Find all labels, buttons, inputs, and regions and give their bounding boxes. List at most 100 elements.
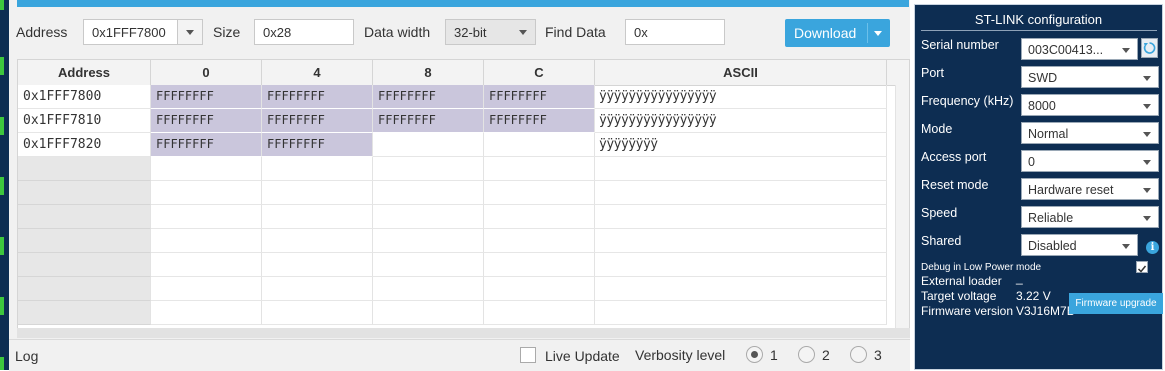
speed-label: Speed (921, 206, 958, 220)
empty-cell (262, 205, 373, 229)
hex-cell[interactable] (373, 133, 484, 157)
empty-cell (595, 205, 887, 229)
firmware-version-label: Firmware version (921, 304, 1014, 318)
hex-cell[interactable]: FFFFFFFF (373, 109, 484, 133)
ascii-cell[interactable]: ÿÿÿÿÿÿÿÿ (595, 133, 887, 157)
empty-cell (595, 253, 887, 277)
column-header-0[interactable]: 0 (151, 60, 262, 85)
empty-cell (484, 205, 595, 229)
table-row[interactable]: 0x1FFF7820 FFFFFFFF FFFFFFFF ÿÿÿÿÿÿÿÿ (18, 133, 909, 157)
shared-value: Disabled (1028, 239, 1077, 253)
live-update-label[interactable]: Live Update (545, 348, 620, 364)
verbosity-level-1-label[interactable]: 1 (770, 347, 778, 363)
column-header-4[interactable]: 4 (262, 60, 373, 85)
shared-label: Shared (921, 234, 962, 248)
find-data-input[interactable] (625, 19, 725, 45)
empty-cell (18, 205, 151, 229)
data-width-label: Data width (364, 24, 431, 40)
serial-number-value: 003C00413... (1028, 43, 1104, 57)
ascii-cell[interactable]: ÿÿÿÿÿÿÿÿÿÿÿÿÿÿÿÿ (595, 85, 887, 109)
nav-indicator (0, 177, 4, 195)
nav-indicator (0, 117, 4, 135)
size-label: Size (213, 24, 241, 40)
reset-mode-select[interactable]: Hardware reset (1021, 178, 1159, 200)
target-voltage-label: Target voltage (921, 289, 997, 303)
tab-header-bar (17, 0, 909, 7)
panel-title: ST-LINK configuration (974, 12, 1103, 27)
access-port-label: Access port (921, 150, 987, 164)
target-voltage-value: 3.22 V (1016, 289, 1051, 303)
verbosity-label: Verbosity level (635, 347, 726, 363)
log-label[interactable]: Log (15, 348, 38, 364)
download-label: Download (794, 25, 857, 41)
left-nav-strip (0, 0, 9, 370)
table-row[interactable]: 0x1FFF7810 FFFFFFFF FFFFFFFF FFFFFFFF FF… (18, 109, 909, 133)
port-select[interactable]: SWD (1021, 66, 1159, 88)
chevron-down-icon[interactable] (874, 31, 882, 36)
verbosity-level-3-label[interactable]: 3 (874, 347, 882, 363)
empty-cell (18, 277, 151, 301)
address-cell[interactable]: 0x1FFF7820 (18, 133, 151, 157)
empty-cell (373, 277, 484, 301)
hex-cell[interactable]: FFFFFFFF (484, 85, 595, 109)
checkmark-icon (1137, 265, 1147, 273)
empty-cell (373, 253, 484, 277)
hex-cell[interactable]: FFFFFFFF (373, 85, 484, 109)
vertical-scrollbar[interactable] (895, 85, 909, 328)
verbosity-radio-3[interactable] (850, 346, 867, 363)
data-width-value: 32-bit (454, 25, 487, 40)
empty-cell (595, 301, 887, 325)
reset-mode-label: Reset mode (921, 178, 989, 192)
empty-cell (484, 253, 595, 277)
hex-cell[interactable]: FFFFFFFF (262, 109, 373, 133)
hex-cell[interactable]: FFFFFFFF (262, 85, 373, 109)
empty-row (18, 301, 909, 325)
address-label: Address (16, 24, 68, 40)
table-row[interactable]: 0x1FFF7800 FFFFFFFF FFFFFFFF FFFFFFFF FF… (18, 85, 909, 109)
hex-cell[interactable]: FFFFFFFF (484, 109, 595, 133)
hex-cell[interactable]: FFFFFFFF (151, 85, 262, 109)
size-input[interactable] (254, 19, 354, 45)
hex-cell[interactable] (484, 133, 595, 157)
verbosity-level-2-label[interactable]: 2 (822, 347, 830, 363)
access-port-select[interactable]: 0 (1021, 150, 1159, 172)
chevron-down-icon[interactable] (511, 20, 535, 44)
address-cell[interactable]: 0x1FFF7810 (18, 109, 151, 133)
port-label: Port (921, 66, 944, 80)
serial-number-select[interactable]: 003C00413... (1021, 38, 1138, 60)
column-header-8[interactable]: 8 (373, 60, 484, 85)
ascii-cell[interactable]: ÿÿÿÿÿÿÿÿÿÿÿÿÿÿÿÿ (595, 109, 887, 133)
empty-cell (484, 277, 595, 301)
address-cell[interactable]: 0x1FFF7800 (18, 85, 151, 109)
info-icon[interactable]: i (1146, 241, 1159, 254)
refresh-icon[interactable] (1141, 38, 1158, 58)
chevron-down-icon[interactable] (177, 20, 202, 44)
verbosity-radio-2[interactable] (798, 346, 815, 363)
empty-cell (373, 157, 484, 181)
empty-cell (18, 301, 151, 325)
shared-select[interactable]: Disabled (1021, 234, 1138, 256)
verbosity-radio-1[interactable] (746, 346, 763, 363)
speed-select[interactable]: Reliable (1021, 206, 1159, 228)
mode-select[interactable]: Normal (1021, 122, 1159, 144)
empty-cell (262, 253, 373, 277)
empty-row (18, 205, 909, 229)
column-header-ascii[interactable]: ASCII (595, 60, 887, 85)
frequency-select[interactable]: 8000 (1021, 94, 1159, 116)
empty-cell (373, 229, 484, 253)
empty-cell (595, 181, 887, 205)
empty-cell (595, 277, 887, 301)
horizontal-scrollbar[interactable] (17, 328, 910, 338)
data-width-select[interactable]: 32-bit (445, 19, 536, 45)
column-header-c[interactable]: C (484, 60, 595, 85)
debug-low-power-checkbox[interactable] (1136, 261, 1148, 273)
nav-indicator (0, 357, 4, 370)
address-combo[interactable]: 0x1FFF7800 (83, 19, 203, 45)
live-update-checkbox[interactable] (520, 347, 536, 363)
column-header-address[interactable]: Address (18, 60, 151, 85)
hex-cell[interactable]: FFFFFFFF (262, 133, 373, 157)
firmware-upgrade-button[interactable]: Firmware upgrade (1069, 293, 1163, 314)
download-button[interactable]: Download (785, 19, 890, 47)
hex-cell[interactable]: FFFFFFFF (151, 133, 262, 157)
hex-cell[interactable]: FFFFFFFF (151, 109, 262, 133)
